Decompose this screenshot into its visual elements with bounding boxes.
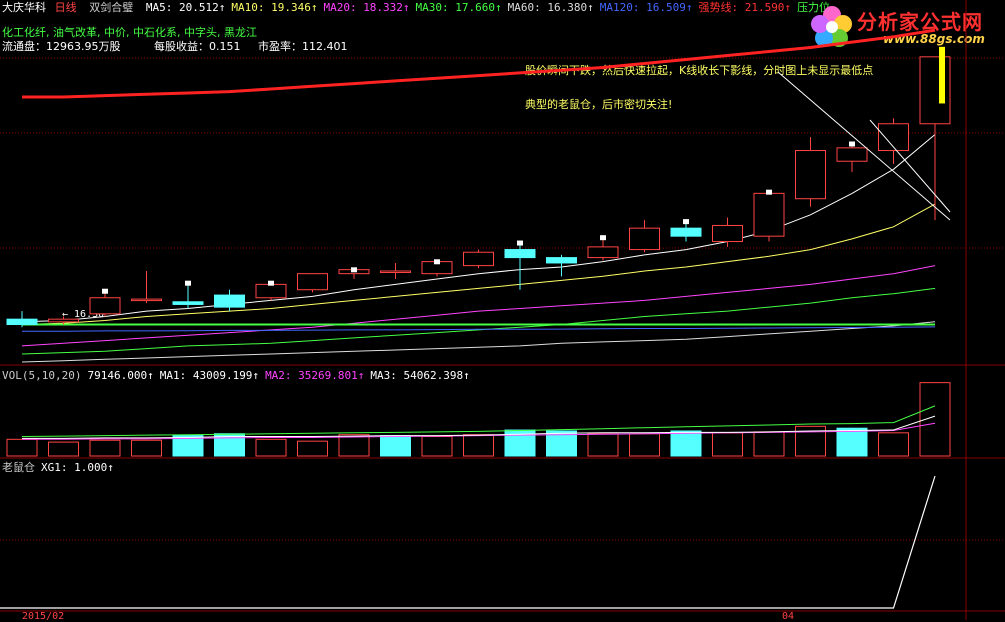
volume-bar: [463, 434, 494, 457]
signal-marker: [849, 141, 855, 147]
volume-bar: [131, 439, 162, 457]
signal-marker: [185, 280, 191, 286]
volume-bar: [338, 434, 370, 457]
signal-bar: [939, 46, 945, 104]
candle-body: [89, 297, 121, 315]
volume-bar: [753, 431, 785, 457]
volume-bar: [297, 440, 328, 457]
volume-bar: [421, 436, 453, 457]
signal-marker: [268, 280, 274, 286]
signal-marker: [102, 288, 108, 294]
signal-marker: [351, 267, 357, 273]
volume-bar: [836, 427, 868, 457]
volume-bar: [380, 435, 411, 457]
candle-body: [629, 227, 660, 251]
signal-marker: [683, 219, 689, 225]
strong-line: [22, 28, 936, 99]
candle-body: [795, 150, 826, 200]
volume-bar: [89, 439, 121, 457]
volume-bar: [587, 433, 619, 457]
candle-body: [919, 56, 951, 125]
candle-body: [587, 246, 619, 259]
candle-body: [753, 192, 785, 237]
signal-marker: [434, 259, 440, 265]
signal-marker: [517, 240, 523, 246]
candle-body: [546, 257, 577, 264]
indicator-xg1-line: [0, 475, 936, 609]
candle-body: [463, 251, 494, 267]
candle-body: [297, 273, 328, 291]
candle-body: [6, 318, 38, 326]
volume-bar: [712, 432, 743, 457]
ma30-line: [21, 287, 936, 355]
stock-chart[interactable]: [0, 0, 1005, 620]
candle-body: [255, 283, 287, 299]
volume-bar: [6, 438, 38, 457]
ma120-line: [22, 326, 936, 332]
candle-body: [836, 147, 868, 162]
candle-body: [670, 227, 702, 237]
annotation-arrow-2: [869, 119, 951, 213]
volume-bar: [670, 430, 702, 457]
candle-body: [380, 270, 411, 273]
candle-body: [131, 298, 162, 302]
volume-bar: [629, 433, 660, 457]
candle-body: [214, 294, 245, 308]
candle-body: [712, 224, 743, 243]
volume-bar: [255, 438, 287, 457]
volume-bar: [878, 432, 909, 457]
candle-body: [504, 249, 536, 259]
candle-body: [172, 301, 204, 305]
candle-body: [48, 318, 79, 323]
signal-marker: [766, 189, 772, 195]
signal-marker: [600, 235, 606, 241]
volume-bar: [48, 441, 79, 457]
ma20-line: [21, 265, 936, 347]
